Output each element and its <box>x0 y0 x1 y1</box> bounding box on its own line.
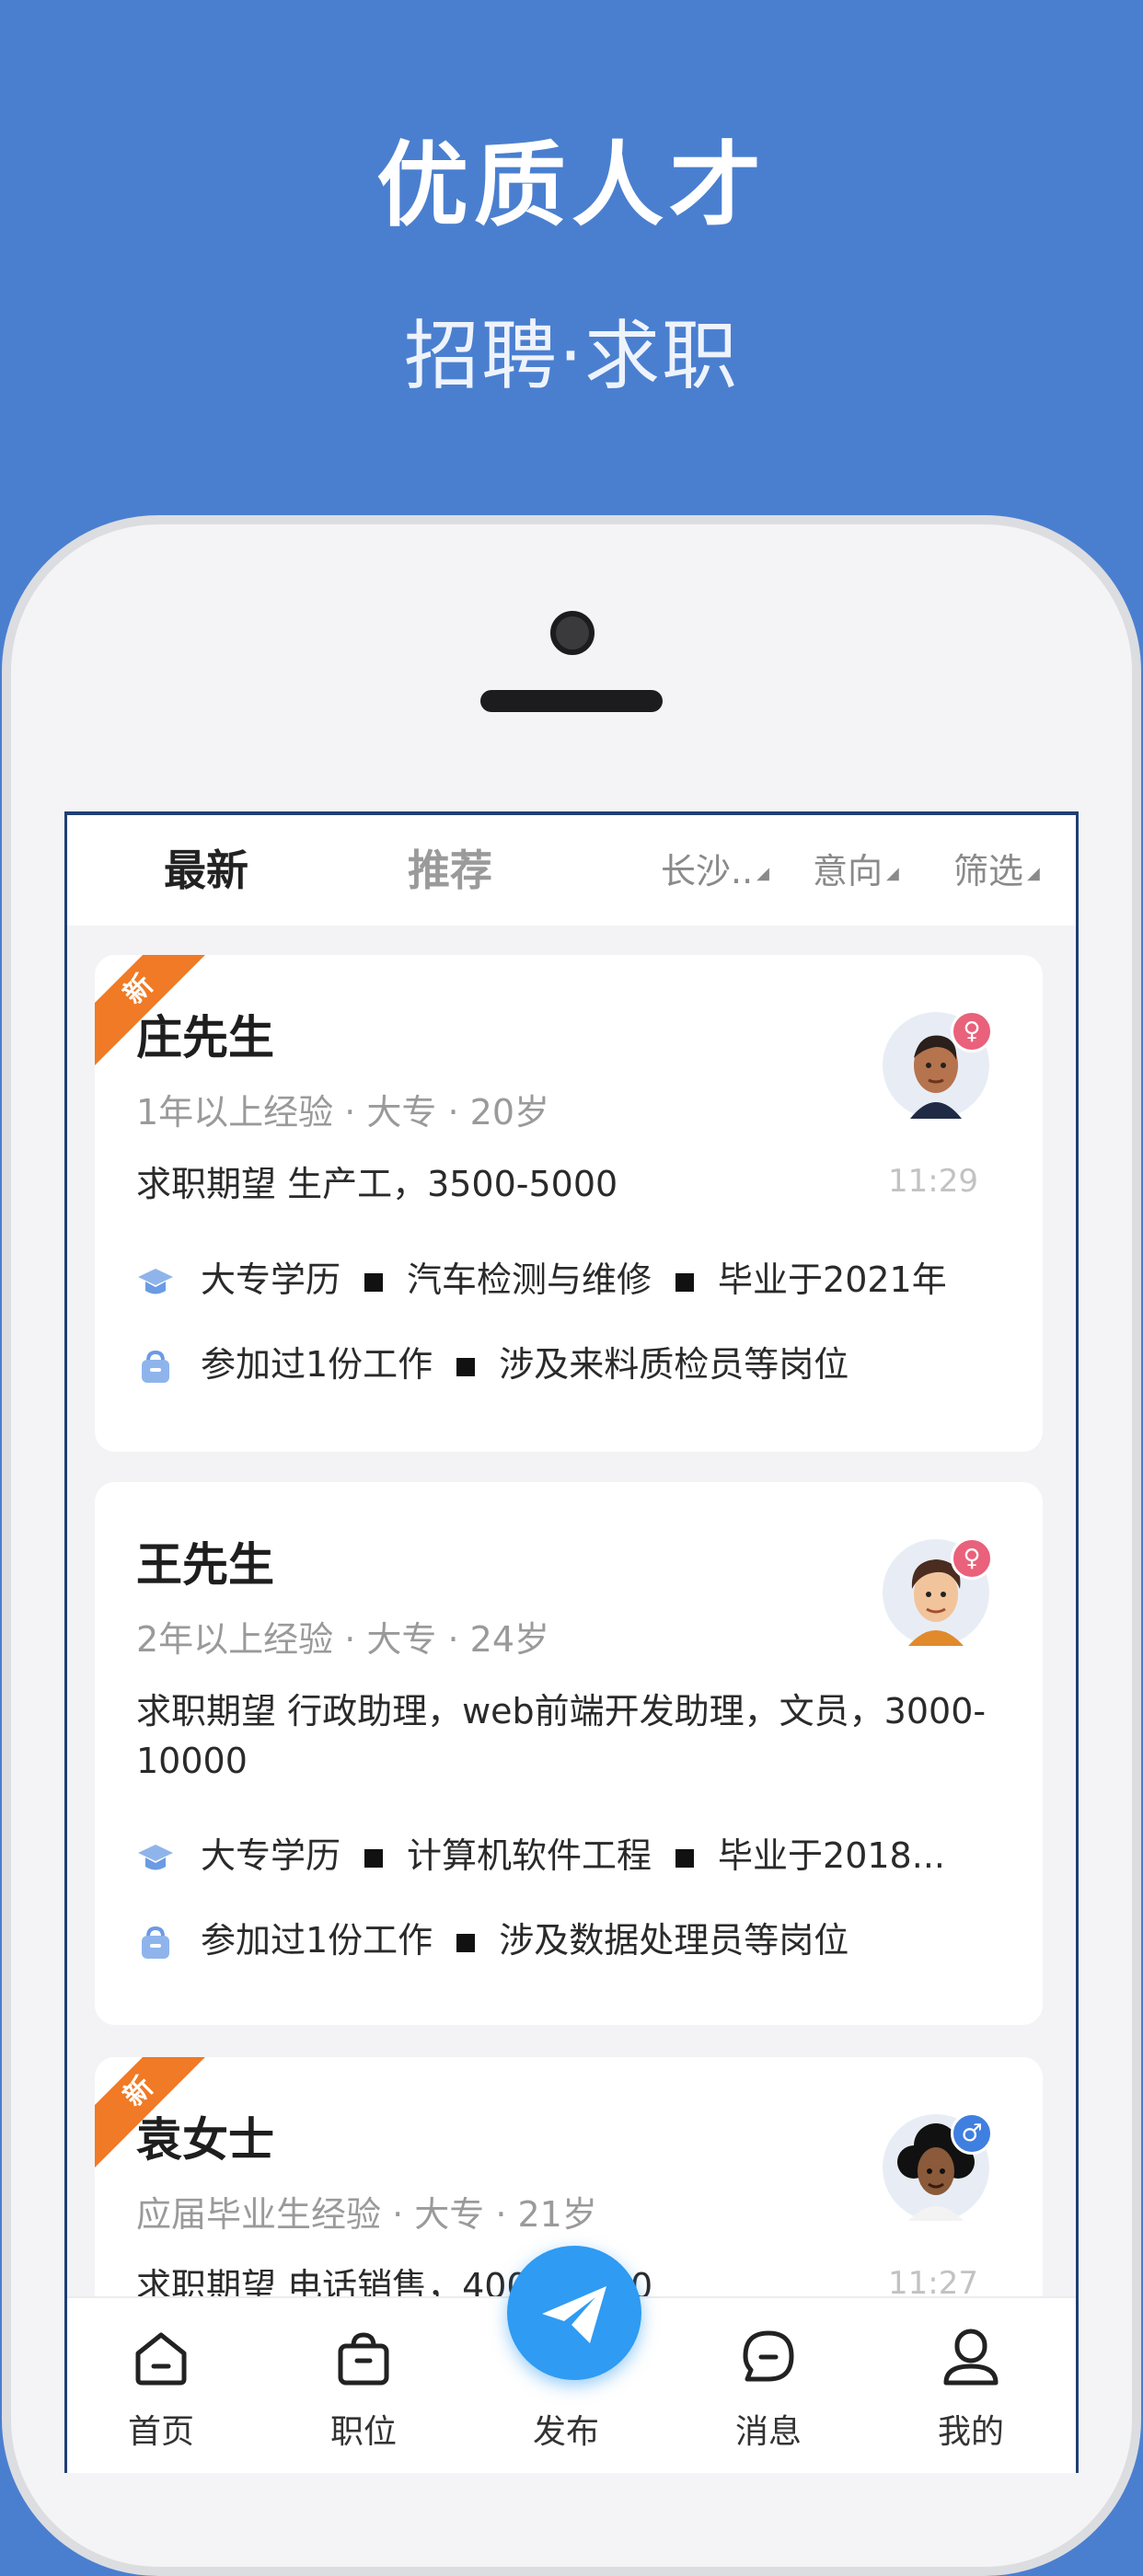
more-filter[interactable]: 筛选 ◢ <box>953 843 1040 893</box>
education-level: 大专学历 <box>201 1259 341 1300</box>
city-filter[interactable]: 长沙.. ◢ <box>661 843 769 893</box>
tab-latest[interactable]: 最新 <box>164 837 248 898</box>
major: 汽车检测与维修 <box>407 1259 652 1300</box>
work-count: 参加过1份工作 <box>201 1920 433 1961</box>
graduation-year: 毕业于2018... <box>718 1835 945 1876</box>
briefcase-icon <box>338 2332 389 2386</box>
work-row: 参加过1份工作 涉及来料质检员等岗位 <box>136 1336 849 1386</box>
separator-icon <box>364 1848 384 1868</box>
nav-messages[interactable]: 消息 <box>695 2326 842 2453</box>
graduation-year: 毕业于2021年 <box>718 1259 947 1300</box>
caret-down-icon: ◢ <box>886 864 899 883</box>
nav-profile-label: 我的 <box>937 2413 1004 2451</box>
nav-messages-label: 消息 <box>734 2413 802 2451</box>
bag-icon <box>142 1350 169 1383</box>
nav-home[interactable]: 首页 <box>87 2326 235 2453</box>
separator-icon <box>364 1272 384 1292</box>
caret-down-icon: ◢ <box>1027 864 1040 883</box>
post-time: 11:29 <box>888 1163 978 1200</box>
candidate-card[interactable]: 新 庄先生 1年以上经验 · 大专 · 20岁 求职期望 生产工，3500-50… <box>95 955 1043 1452</box>
candidate-meta: 2年以上经验 · 大专 · 24岁 <box>136 1619 550 1660</box>
candidate-name: 庄先生 <box>136 1011 274 1064</box>
caret-down-icon: ◢ <box>756 864 770 883</box>
nav-jobs[interactable]: 职位 <box>290 2326 437 2453</box>
job-expectation: 求职期望 生产工，3500-5000 <box>136 1164 618 1204</box>
gender-badge: ♀ <box>951 1537 993 1580</box>
home-icon <box>135 2332 187 2386</box>
graduation-cap-icon <box>138 1844 173 1869</box>
education-row: 大专学历 汽车检测与维修 毕业于2021年 <box>136 1251 947 1302</box>
intent-filter-label: 意向 <box>813 851 883 891</box>
camera-icon <box>550 611 595 655</box>
job-expectation: 求职期望 行政助理，web前端开发助理，文员，3000-10000 <box>136 1691 987 1781</box>
app-screen: 最新 推荐 长沙.. ◢ 意向 ◢ 筛选 ◢ 新 庄先生 1年以上经验 · 大专 · … <box>64 811 1079 2473</box>
candidate-meta: 1年以上经验 · 大专 · 20岁 <box>136 1092 550 1133</box>
message-icon <box>743 2330 794 2382</box>
tab-recommend[interactable]: 推荐 <box>408 837 492 898</box>
candidate-card[interactable]: 王先生 2年以上经验 · 大专 · 24岁 求职期望 行政助理，web前端开发助… <box>95 1482 1043 2025</box>
work-count: 参加过1份工作 <box>201 1344 433 1385</box>
publish-button[interactable] <box>507 2246 641 2380</box>
nav-jobs-label: 职位 <box>329 2413 397 2451</box>
hero-subtitle: 招聘·求职 <box>403 313 740 400</box>
city-filter-label: 长沙.. <box>661 851 754 891</box>
nav-home-label: 首页 <box>127 2413 194 2451</box>
candidate-name: 袁女士 <box>136 2113 274 2167</box>
candidate-meta: 应届毕业生经验 · 大专 · 21岁 <box>136 2194 597 2235</box>
separator-icon <box>675 1272 695 1292</box>
gender-badge: ♀ <box>951 1010 993 1052</box>
candidate-name: 王先生 <box>136 1538 274 1592</box>
education-row: 大专学历 计算机软件工程 毕业于2018... <box>136 1827 945 1878</box>
nav-profile[interactable]: 我的 <box>897 2326 1045 2453</box>
more-filter-label: 筛选 <box>953 851 1024 891</box>
separator-icon <box>456 1357 476 1376</box>
tab-bar: 最新 推荐 长沙.. ◢ 意向 ◢ 筛选 ◢ <box>67 815 1076 926</box>
graduation-cap-icon <box>138 1268 173 1294</box>
education-level: 大专学历 <box>201 1835 341 1876</box>
gender-badge: ♂ <box>951 2112 993 2155</box>
work-positions: 涉及来料质检员等岗位 <box>499 1344 849 1385</box>
major: 计算机软件工程 <box>407 1835 652 1876</box>
hero-title: 优质人才 <box>376 132 767 239</box>
nav-publish-label: 发布 <box>532 2413 599 2451</box>
work-row: 参加过1份工作 涉及数据处理员等岗位 <box>136 1912 849 1962</box>
speaker-grille <box>480 690 663 712</box>
work-positions: 涉及数据处理员等岗位 <box>499 1920 849 1961</box>
bag-icon <box>142 1926 169 1959</box>
separator-icon <box>675 1848 695 1868</box>
intent-filter[interactable]: 意向 ◢ <box>813 843 899 893</box>
paper-plane-icon <box>542 2286 606 2343</box>
separator-icon <box>456 1933 476 1952</box>
user-icon <box>943 2329 999 2386</box>
